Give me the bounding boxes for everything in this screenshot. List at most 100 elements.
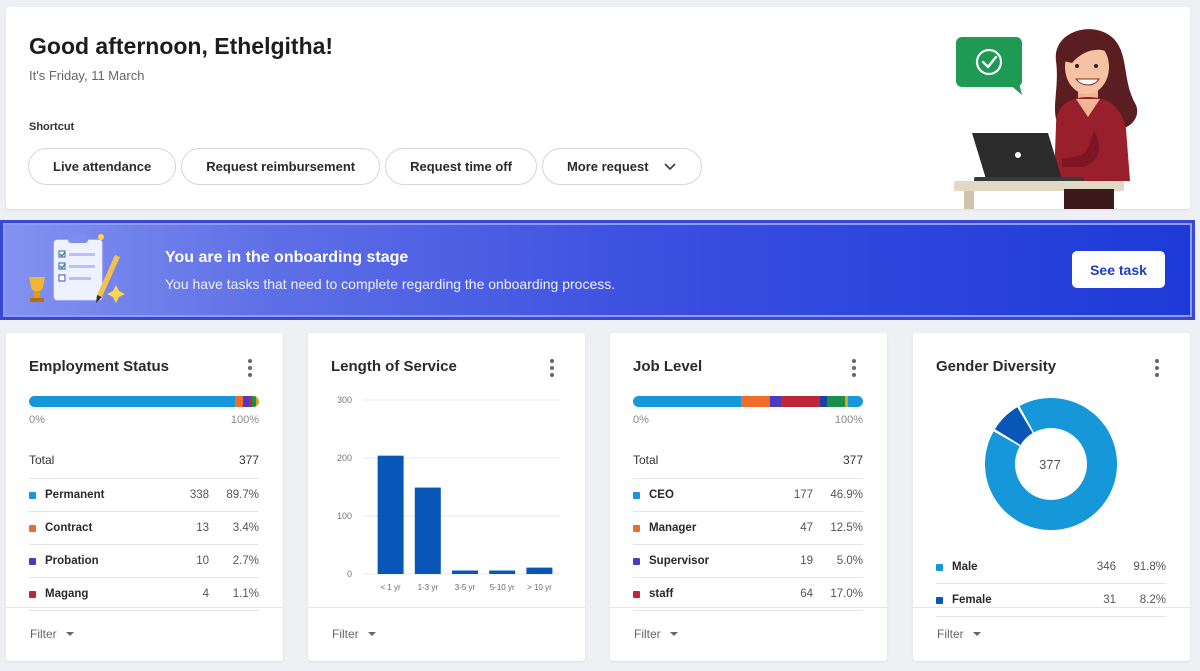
filter-label: Filter [937,627,964,641]
legend-swatch [633,557,640,565]
chevron-down-icon [663,160,677,174]
employment-status-menu-icon[interactable] [245,359,255,377]
caret-down-icon [972,632,981,636]
row-label: CEO [649,489,674,501]
total-label: Total [633,453,659,467]
more-request-dropdown[interactable]: More request [541,148,702,185]
row-percent: 12.5% [830,522,863,534]
caret-down-icon [65,632,74,636]
row-percent: 17.0% [830,588,863,600]
job-level-filter[interactable]: Filter [634,627,678,641]
row-percent: 5.0% [836,555,863,567]
scale-min: 0% [29,414,45,426]
x-tick-label: 3-5 yr [455,583,476,592]
see-task-button[interactable]: See task [1072,251,1165,288]
gender-diversity-donut: 377 [985,398,1117,530]
bar [526,567,553,574]
x-tick-label: > 10 yr [527,583,552,592]
stacked-bar-segment [847,396,863,407]
request-reimbursement-label: Request reimbursement [206,159,356,174]
working-woman-illustration [954,29,1138,209]
stacked-bar-segment [781,396,821,407]
row-percent: 2.7% [232,555,259,567]
row-count: 64 [800,588,813,600]
onboarding-title: You are in the onboarding stage [165,249,409,266]
legend-swatch [633,491,640,499]
scale-max: 100% [230,414,259,426]
row-percent: 46.9% [830,489,863,501]
row-percent: 8.2% [1139,594,1166,606]
row-count: 177 [793,489,813,501]
total-value: 377 [842,453,863,467]
bar [414,487,441,574]
x-tick-label: 1-3 yr [418,583,439,592]
scale-min: 0% [633,414,649,426]
stacked-bar-segment [820,396,828,407]
length-of-service-card: Length of Service 0 100 200 300 < 1 yr 1-3 yr… [308,333,585,661]
gender-diversity-filter[interactable]: Filter [937,627,981,641]
row-label: Male [952,561,978,573]
total-row: Total 377 [633,446,863,479]
onboarding-banner: You are in the onboarding stage You have… [0,220,1195,320]
gender-diversity-card: Gender Diversity 377 Male 346 91.8% Female 3… [913,333,1190,661]
employment-status-stacked-bar [29,396,259,407]
employment-status-filter[interactable]: Filter [30,627,74,641]
row-percent: 1.1% [232,588,259,600]
employment-status-table: Total 377 Permanent 338 89.7% Contract 13 3.4… [29,446,259,611]
scale-max: 100% [834,414,863,426]
check-bubble-icon [956,37,1022,95]
caret-down-icon [367,632,376,636]
employment-status-card: Employment Status 0% 100% Total 377 Perm… [6,333,283,661]
job-level-menu-icon[interactable] [849,359,859,377]
legend-swatch [29,491,36,499]
job-level-title: Job Level [633,358,703,375]
job-level-scale: 0% 100% [633,414,863,426]
greeting-title: Good afternoon, Ethelgitha! [29,33,334,59]
checklist-trophy-icon [29,234,125,303]
length-of-service-footer: Filter [308,607,585,661]
row-label: staff [649,588,674,600]
bar [452,570,478,574]
row-percent: 91.8% [1133,561,1166,573]
job-level-table: Total 377 CEO 177 46.9% Manager 47 12.5% Super… [633,446,863,611]
row-count: 31 [1103,594,1116,606]
more-request-label: More request [566,159,649,174]
total-label: Total [29,453,55,467]
legend-swatch [936,596,943,604]
request-time-off-button[interactable]: Request time off [385,148,537,185]
employment-status-footer: Filter [6,607,283,661]
x-tick-label: 5-10 yr [490,583,515,592]
row-percent: 89.7% [226,489,259,501]
row-count: 13 [196,522,209,534]
request-reimbursement-button[interactable]: Request reimbursement [181,148,381,185]
row-percent: 3.4% [232,522,259,534]
y-tick-label: 300 [337,395,352,405]
shortcut-list: Live attendance Request reimbursement Re… [28,148,702,185]
total-value: 377 [238,453,259,467]
employment-status-title: Employment Status [29,358,170,375]
live-attendance-button[interactable]: Live attendance [28,148,177,185]
bar [489,570,516,574]
length-of-service-filter[interactable]: Filter [332,627,376,641]
table-row: Probation 10 2.7% [29,545,259,578]
length-of-service-chart: 0 100 200 300 < 1 yr 1-3 yr 3-5 yr 5-10 yr > 10 … [337,395,560,592]
filter-label: Filter [332,627,359,641]
stacked-bar-segment [740,396,770,407]
stacked-bar-segment [827,396,846,407]
y-tick-label: 100 [337,511,352,521]
row-count: 47 [800,522,813,534]
legend-swatch [29,590,36,598]
total-row: Total 377 [29,446,259,479]
gender-diversity-footer: Filter [913,607,1190,661]
stacked-bar-segment [633,396,741,407]
row-count: 10 [196,555,209,567]
row-label: Supervisor [649,555,710,567]
greeting-date: It's Friday, 11 March [29,68,145,83]
onboarding-subtitle: You have tasks that need to complete reg… [165,276,616,292]
bar [377,455,404,574]
row-label: Magang [45,588,89,600]
row-label: Permanent [45,489,105,501]
job-level-stacked-bar [633,396,863,407]
employment-status-scale: 0% 100% [29,414,259,426]
row-count: 346 [1096,561,1116,573]
